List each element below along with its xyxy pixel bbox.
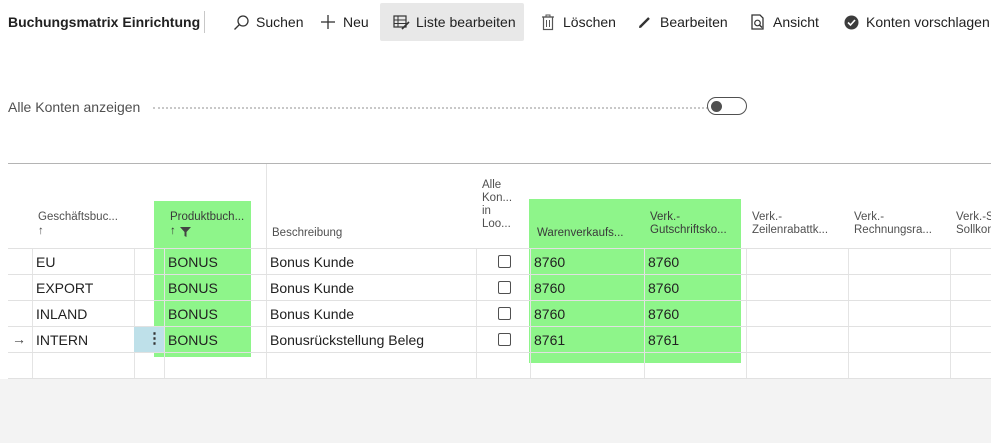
column-header-all-accounts-lookup[interactable]: Alle Kon... in Loo... bbox=[482, 179, 512, 231]
new-button-label: Neu bbox=[343, 14, 369, 30]
sort-ascending-icon: ↑ bbox=[38, 225, 44, 237]
all-accounts-lookup-checkbox[interactable] bbox=[498, 255, 511, 268]
edit-list-button[interactable]: Liste bearbeiten bbox=[380, 3, 524, 41]
grid-line bbox=[32, 248, 33, 379]
dotted-leader bbox=[153, 107, 708, 109]
edit-list-button-label: Liste bearbeiten bbox=[416, 14, 516, 30]
cell-credit-memo-account[interactable]: 8760 bbox=[648, 280, 679, 296]
suggest-accounts-button-label: Konten vorschlagen bbox=[866, 14, 990, 30]
cell-sales-account[interactable]: 8761 bbox=[534, 332, 565, 348]
cell-sales-account[interactable]: 8760 bbox=[534, 254, 565, 270]
current-row-arrow-icon: → bbox=[12, 331, 26, 347]
header-bottom-line bbox=[8, 248, 991, 249]
cell-business-group[interactable]: INTERN bbox=[36, 332, 88, 348]
row-line bbox=[8, 274, 991, 275]
edit-list-icon bbox=[392, 13, 410, 31]
cell-product-group[interactable]: BONUS bbox=[168, 332, 218, 348]
view-button-label: Ansicht bbox=[773, 14, 819, 30]
cell-description[interactable]: Bonus Kunde bbox=[270, 306, 354, 322]
grid-line bbox=[164, 248, 165, 379]
search-button[interactable]: Suchen bbox=[232, 4, 303, 40]
grid-line bbox=[950, 248, 951, 379]
cell-product-group[interactable]: BONUS bbox=[168, 254, 218, 270]
view-button[interactable]: Ansicht bbox=[749, 4, 819, 40]
column-header-label-line: Sollkon bbox=[956, 224, 991, 236]
suggest-accounts-button[interactable]: Konten vorschlagen bbox=[842, 4, 990, 40]
column-header-label-line: Verk.-S bbox=[956, 211, 991, 223]
filter-icon bbox=[179, 226, 191, 237]
new-button[interactable]: Neu bbox=[319, 4, 369, 40]
cell-business-group[interactable]: EXPORT bbox=[36, 280, 93, 296]
row-line bbox=[8, 352, 991, 353]
column-header-label-line: Loo... bbox=[482, 218, 511, 230]
pencil-icon bbox=[636, 13, 654, 31]
plus-icon bbox=[319, 13, 337, 31]
grid-line bbox=[134, 248, 135, 379]
cell-credit-memo-account[interactable]: 8760 bbox=[648, 254, 679, 270]
search-icon bbox=[232, 13, 250, 31]
column-header-product-group[interactable]: Produktbuch... ↑ bbox=[170, 211, 244, 238]
cell-business-group[interactable]: EU bbox=[36, 254, 55, 270]
column-header-label-line: Verk.- bbox=[752, 211, 783, 223]
grid-line bbox=[848, 248, 849, 379]
toggle-knob bbox=[711, 100, 722, 112]
column-header-label: Produktbuch... bbox=[170, 211, 245, 223]
delete-button[interactable]: Löschen bbox=[539, 4, 616, 40]
column-header-label-line: Gutschriftsko... bbox=[650, 224, 727, 236]
column-header-business-group[interactable]: Geschäftsbuc... ↑ bbox=[38, 211, 118, 238]
search-button-label: Suchen bbox=[256, 14, 304, 30]
edit-button-label: Bearbeiten bbox=[660, 14, 728, 30]
all-accounts-lookup-checkbox[interactable] bbox=[498, 281, 511, 294]
column-header-sales-credit-memo-account[interactable]: Verk.- Gutschriftsko... bbox=[650, 211, 727, 237]
cell-description[interactable]: Bonus Kunde bbox=[270, 254, 354, 270]
grid-line bbox=[644, 248, 645, 379]
column-header-indicators: ↑ bbox=[170, 225, 244, 238]
all-accounts-lookup-checkbox[interactable] bbox=[498, 333, 511, 346]
cell-sales-account[interactable]: 8760 bbox=[534, 280, 565, 296]
column-header-sales-line-discount-account[interactable]: Verk.- Zeilenrabattk... bbox=[752, 211, 828, 237]
grid-line bbox=[476, 248, 477, 379]
row-line bbox=[8, 300, 991, 301]
show-all-accounts-toggle[interactable] bbox=[707, 97, 747, 115]
cell-description[interactable]: Bonus Kunde bbox=[270, 280, 354, 296]
grid-line bbox=[266, 164, 267, 379]
show-all-accounts-row: Alle Konten anzeigen bbox=[8, 97, 753, 117]
column-header-label-line: Kon... bbox=[482, 192, 513, 204]
toolbar-separator bbox=[204, 11, 205, 33]
grid-line bbox=[746, 248, 747, 379]
cell-product-group[interactable]: BONUS bbox=[168, 280, 218, 296]
column-header-label-line: Rechnungsra... bbox=[854, 224, 932, 236]
column-header-sales-debit-account[interactable]: Verk.-S Sollkon bbox=[956, 211, 991, 237]
cell-credit-memo-account[interactable]: 8761 bbox=[648, 332, 679, 348]
action-bar: Buchungsmatrix Einrichtung Suchen Neu Li… bbox=[0, 0, 991, 44]
column-header-label: Geschäftsbuc... bbox=[38, 211, 118, 223]
page-title: Buchungsmatrix Einrichtung bbox=[8, 14, 201, 30]
edit-button[interactable]: Bearbeiten bbox=[636, 4, 728, 40]
cell-product-group[interactable]: BONUS bbox=[168, 306, 218, 322]
trash-icon bbox=[539, 13, 557, 31]
check-circle-icon bbox=[842, 13, 860, 31]
column-header-description[interactable]: Beschreibung bbox=[272, 227, 342, 240]
delete-button-label: Löschen bbox=[563, 14, 616, 30]
column-header-label-line: Zeilenrabattk... bbox=[752, 224, 829, 236]
column-header-label-line: in bbox=[482, 205, 491, 217]
cell-credit-memo-account[interactable]: 8760 bbox=[648, 306, 679, 322]
view-icon bbox=[749, 13, 767, 31]
cell-sales-account[interactable]: 8760 bbox=[534, 306, 565, 322]
all-accounts-lookup-checkbox[interactable] bbox=[498, 307, 511, 320]
column-header-label-line: Verk.- bbox=[650, 211, 681, 223]
column-header-label-line: Verk.- bbox=[854, 211, 885, 223]
cell-business-group[interactable]: INLAND bbox=[36, 306, 87, 322]
column-header-sales-invoice-discount-account[interactable]: Verk.- Rechnungsra... bbox=[854, 211, 932, 237]
row-menu-icon[interactable]: ⋮ bbox=[147, 331, 162, 347]
grid-top-border bbox=[8, 163, 991, 164]
show-all-accounts-label: Alle Konten anzeigen bbox=[8, 99, 141, 115]
cell-description[interactable]: Bonusrückstellung Beleg bbox=[270, 332, 424, 348]
column-header-label-line: Alle bbox=[482, 179, 502, 191]
grid-line bbox=[530, 248, 531, 379]
sort-ascending-icon: ↑ bbox=[170, 225, 176, 237]
column-header-sales-account[interactable]: Warenverkaufs... bbox=[537, 227, 624, 240]
empty-page-area bbox=[0, 379, 991, 443]
